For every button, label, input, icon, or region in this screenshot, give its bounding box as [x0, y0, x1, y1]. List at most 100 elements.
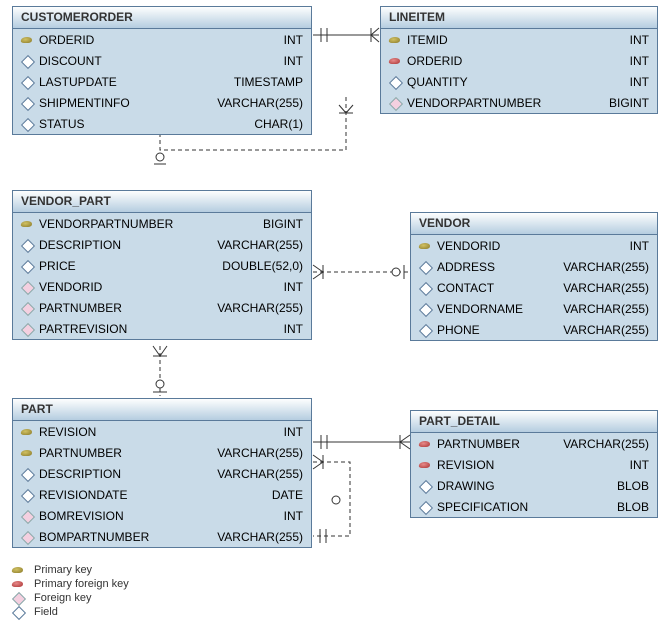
legend-row-fk: Foreign key: [12, 592, 129, 604]
field-type: INT: [630, 458, 649, 472]
field-name: REVISION: [39, 425, 96, 439]
field-icon: [419, 261, 431, 273]
entity-title: PART: [13, 399, 311, 421]
field-row: PARTNUMBERVARCHAR(255): [13, 297, 311, 318]
field-type: DOUBLE(52,0): [222, 259, 303, 273]
foreign-key-icon: [389, 97, 401, 109]
field-type: VARCHAR(255): [217, 301, 303, 315]
field-icon: [21, 76, 33, 88]
field-name: PARTREVISION: [39, 322, 127, 336]
primary-foreign-key-icon: [419, 459, 431, 471]
field-row: PARTREVISIONINT: [13, 318, 311, 339]
legend-row-field: Field: [12, 606, 129, 618]
field-name: ADDRESS: [437, 260, 495, 274]
foreign-key-icon: [21, 510, 33, 522]
field-row: ADDRESSVARCHAR(255): [411, 256, 657, 277]
field-name: PARTNUMBER: [39, 446, 122, 460]
entity-body: ITEMIDINTORDERIDINTQUANTITYINTVENDORPART…: [381, 29, 657, 113]
foreign-key-icon: [12, 592, 24, 604]
field-name: ORDERID: [39, 33, 94, 47]
field-icon: [21, 489, 33, 501]
primary-key-icon: [12, 564, 24, 576]
field-row: DRAWINGBLOB: [411, 475, 657, 496]
field-type: CHAR(1): [254, 117, 303, 131]
field-row: ITEMID INT: [381, 29, 657, 50]
field-row: SPECIFICATIONBLOB: [411, 496, 657, 517]
legend-label: Field: [34, 606, 58, 618]
entity-body: ORDERIDINTDISCOUNTINTLASTUPDATETIMESTAMP…: [13, 29, 311, 134]
field-type: TIMESTAMP: [234, 75, 303, 89]
field-type: VARCHAR(255): [217, 530, 303, 544]
field-icon: [12, 606, 24, 618]
legend-row-pfk: Primary foreign key: [12, 578, 129, 590]
field-row: VENDORPARTNUMBERBIGINT: [381, 92, 657, 113]
field-type: VARCHAR(255): [563, 281, 649, 295]
primary-key-icon: [21, 447, 33, 459]
field-name: REVISIONDATE: [39, 488, 127, 502]
entity-part: PART REVISIONINTPARTNUMBERVARCHAR(255)DE…: [12, 398, 312, 548]
primary-key-icon: [389, 34, 401, 46]
field-name: SHIPMENTINFO: [39, 96, 130, 110]
field-type: INT: [630, 75, 649, 89]
field-row: VENDORNAMEVARCHAR(255): [411, 298, 657, 319]
field-icon: [419, 282, 431, 294]
field-row: PARTNUMBER VARCHAR(255): [411, 433, 657, 454]
entity-body: VENDORID INT ADDRESSVARCHAR(255) CONTACT VAR…: [411, 235, 657, 340]
primary-key-icon: [21, 218, 33, 230]
primary-foreign-key-icon: [12, 578, 24, 590]
field-row: DESCRIPTIONVARCHAR(255): [13, 234, 311, 255]
field-icon: [21, 118, 33, 130]
field-row: PHONEVARCHAR(255): [411, 319, 657, 340]
entity-vendor: VENDOR VENDORIDINTADDRESSVARCHAR(255)CON…: [410, 212, 658, 341]
entity-body: VENDORPARTNUMBERBIGINTDESCRIPTIONVARCHAR…: [13, 213, 311, 339]
field-icon: [389, 76, 401, 88]
primary-foreign-key-icon: [389, 55, 401, 67]
field-type: VARCHAR(255): [217, 446, 303, 460]
field-name: VENDORID: [437, 239, 500, 253]
field-name: ITEMID: [407, 33, 448, 47]
field-name: PARTNUMBER: [437, 437, 520, 451]
field-name: PHONE: [437, 323, 480, 337]
field-icon: [21, 55, 33, 67]
entity-part-detail: PART_DETAIL PARTNUMBER VARCHAR(255) REVISI…: [410, 410, 658, 518]
field-name: DESCRIPTION: [39, 238, 121, 252]
field-row: VENDORID INT: [411, 235, 657, 256]
entity-body: PARTNUMBER VARCHAR(255) REVISIONINTDRAWING…: [411, 433, 657, 517]
field-type: INT: [284, 280, 303, 294]
field-type: VARCHAR(255): [563, 437, 649, 451]
field-icon: [419, 480, 431, 492]
field-row: ORDERID INT: [13, 29, 311, 50]
field-row: ORDERIDINT: [381, 50, 657, 71]
field-row: VENDORPARTNUMBERBIGINT: [13, 213, 311, 234]
entity-vendor-part: VENDOR_PART VENDORPARTNUMBERBIGINTDESCRI…: [12, 190, 312, 340]
field-type: DATE: [272, 488, 303, 502]
legend-label: Primary key: [34, 564, 92, 576]
field-row: REVISIONDATE DATE: [13, 484, 311, 505]
field-name: VENDORNAME: [437, 302, 523, 316]
field-icon: [21, 97, 33, 109]
field-name: VENDORPARTNUMBER: [407, 96, 541, 110]
field-type: BIGINT: [263, 217, 303, 231]
primary-key-icon: [21, 34, 33, 46]
foreign-key-icon: [21, 531, 33, 543]
entity-title: PART_DETAIL: [411, 411, 657, 433]
foreign-key-icon: [21, 281, 33, 293]
field-type: INT: [284, 425, 303, 439]
legend-label: Primary foreign key: [34, 578, 129, 590]
field-type: INT: [630, 33, 649, 47]
entity-title: CUSTOMERORDER: [13, 7, 311, 29]
foreign-key-icon: [21, 302, 33, 314]
entity-title: VENDOR: [411, 213, 657, 235]
field-type: INT: [284, 33, 303, 47]
field-icon: [419, 303, 431, 315]
field-row: BOMREVISIONINT: [13, 505, 311, 526]
field-name: ORDERID: [407, 54, 462, 68]
legend-label: Foreign key: [34, 592, 91, 604]
field-row: REVISIONINT: [411, 454, 657, 475]
field-name: STATUS: [39, 117, 85, 131]
entity-title: VENDOR_PART: [13, 191, 311, 213]
field-name: DISCOUNT: [39, 54, 102, 68]
field-type: INT: [630, 239, 649, 253]
field-name: CONTACT: [437, 281, 494, 295]
field-icon: [419, 501, 431, 513]
